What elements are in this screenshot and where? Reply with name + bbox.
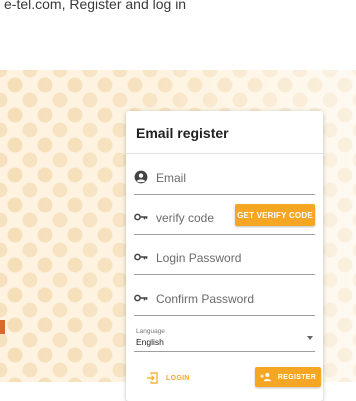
login-label: LOGIN <box>166 374 190 382</box>
account-icon <box>134 170 148 184</box>
person-add-icon <box>260 372 271 382</box>
verify-underline <box>134 234 315 235</box>
confirm-password-label: Confirm Password <box>156 292 255 306</box>
chevron-down-icon[interactable] <box>307 336 313 340</box>
key-icon <box>134 294 148 302</box>
language-caption: Language <box>136 328 165 335</box>
login-button[interactable]: LOGIN <box>146 369 190 387</box>
login-password-label: Login Password <box>156 251 242 265</box>
side-accent <box>0 320 5 334</box>
register-button[interactable]: REGISTER <box>255 367 321 387</box>
key-icon <box>134 253 148 261</box>
card-divider <box>126 153 323 154</box>
email-underline <box>134 194 315 195</box>
confirm-password-underline <box>134 315 315 316</box>
login-password-underline <box>134 274 315 275</box>
verify-code-label: verify code <box>156 211 215 225</box>
email-label: Email <box>156 171 187 185</box>
intro-text: e-tel.com, Register and log in <box>4 0 187 12</box>
login-password-field[interactable]: Login Password <box>134 241 315 275</box>
get-verify-code-button[interactable]: GET VERIFY CODE <box>235 204 315 226</box>
login-icon <box>147 372 158 384</box>
register-card: Email register Email verify code GET VER… <box>126 111 323 401</box>
language-select[interactable]: English <box>136 337 164 347</box>
register-label: REGISTER <box>277 373 317 381</box>
verify-code-field[interactable]: verify code GET VERIFY CODE <box>134 201 315 235</box>
confirm-password-field[interactable]: Confirm Password <box>134 282 315 316</box>
language-underline <box>134 351 315 352</box>
key-icon <box>134 213 148 221</box>
card-title: Email register <box>136 125 229 141</box>
email-field[interactable]: Email <box>134 161 315 195</box>
